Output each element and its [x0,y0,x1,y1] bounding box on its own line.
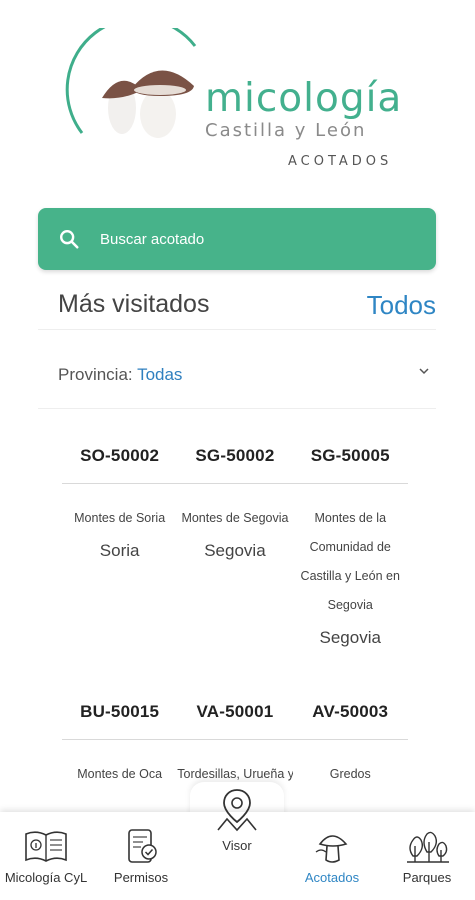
card-name-line: Comunidad de [309,540,391,554]
brand-title: micología [205,76,403,121]
most-visited-title: Más visitados [58,290,210,318]
province-filter[interactable]: Provincia: Todas [38,345,436,409]
permit-check-icon [128,829,157,863]
nav-visor[interactable]: Visor [192,786,282,853]
card-code[interactable]: AV-50003 [293,690,408,739]
nav-micologia[interactable]: Micología CyL [0,826,92,885]
card-info[interactable]: Montes de la Comunidad de Castilla y Leó… [293,504,408,648]
card-info[interactable]: Montes de Segovia Segovia [177,504,292,648]
card-name: Montes de Soria [74,511,166,525]
card-code[interactable]: BU-50015 [62,690,177,739]
nav-label: Visor [222,838,252,853]
card-codes-row-1: SO-50002 SG-50002 SG-50005 [62,434,408,484]
mushroom-icon [315,835,348,863]
card-code[interactable]: VA-50001 [177,690,292,739]
card-province: Segovia [319,628,381,647]
most-visited-header: Más visitados Todos [38,282,436,330]
card-code[interactable]: SO-50002 [62,434,177,483]
card-province: Segovia [204,541,266,560]
card-code[interactable]: SG-50005 [293,434,408,483]
card-name: Gredos [329,767,371,781]
card-codes-row-2: BU-50015 VA-50001 AV-50003 [62,690,408,740]
trees-icon [407,831,449,863]
nav-label: Micología CyL [4,870,88,885]
nav-label: Acotados [304,870,360,885]
card-province: Soria [99,541,140,560]
card-name: Montes de Oca [77,767,163,781]
app-logo: micología Castilla y León ACOTADOS [60,28,420,178]
province-filter-text: Provincia: Todas [58,365,182,385]
card-name-line: Segovia [327,598,373,612]
chevron-down-icon[interactable] [418,367,430,375]
card-name-line: Montes de la [314,511,387,525]
nav-parques[interactable]: Parques [382,826,472,885]
brand-section: ACOTADOS [288,154,393,169]
map-pin-icon [217,789,257,832]
nav-label: Parques [402,870,452,885]
card-info[interactable]: Gredos [293,760,408,789]
card-name: Montes de Segovia [181,511,289,525]
card-code[interactable]: SG-50002 [177,434,292,483]
brand-subtitle: Castilla y León [205,120,367,141]
search-bar[interactable]: Buscar acotado [38,208,436,270]
card-info[interactable]: Montes de Soria Soria [62,504,177,648]
search-placeholder[interactable]: Buscar acotado [100,231,204,248]
province-label: Provincia: [58,365,138,384]
mushroom-logo-icon [65,28,197,138]
card-info-row-1: Montes de Soria Soria Montes de Segovia … [62,504,408,648]
province-value[interactable]: Todas [137,365,182,384]
view-all-link[interactable]: Todos [367,290,436,321]
book-info-icon [25,831,67,862]
nav-acotados[interactable]: Acotados [288,826,376,885]
nav-label: Permisos [113,870,169,885]
search-icon [60,230,79,249]
nav-permisos[interactable]: Permisos [96,826,186,885]
card-name-line: Castilla y León en [300,569,400,583]
card-info[interactable]: Montes de Oca [62,760,177,789]
